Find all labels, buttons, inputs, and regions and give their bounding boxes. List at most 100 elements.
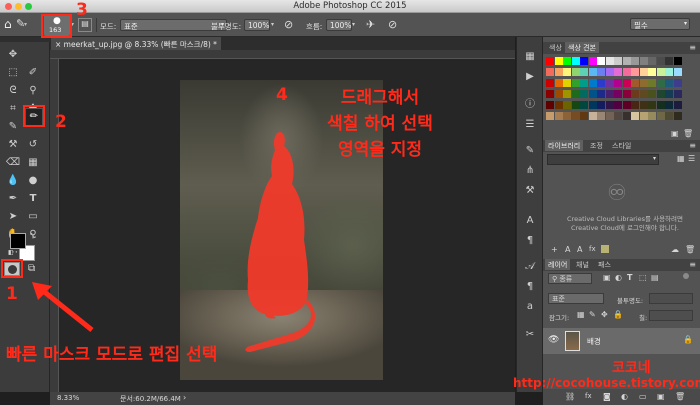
- brush-panel-icon[interactable]: ✎: [522, 143, 538, 159]
- add-foreground-color-icon[interactable]: [601, 245, 609, 253]
- layer-opacity-input[interactable]: [649, 293, 693, 304]
- lock-image-icon[interactable]: ✎: [589, 310, 596, 319]
- document-tab[interactable]: × meerkat_up.jpg @ 8.33% (빠른 마스크/8) *: [51, 37, 221, 50]
- default-colors-icon[interactable]: ◧: [8, 249, 14, 256]
- glyphs-panel-icon[interactable]: 𝒜: [522, 259, 538, 275]
- color-swatch[interactable]: [580, 68, 588, 76]
- color-swatch[interactable]: [588, 90, 597, 98]
- color-swatch[interactable]: [597, 79, 605, 87]
- delete-library-item-icon[interactable]: 🗑: [685, 245, 695, 254]
- color-swatch[interactable]: [605, 68, 614, 76]
- type-tool-icon[interactable]: T: [25, 191, 41, 207]
- layer-kind-filter[interactable]: ⚲ 종류: [548, 273, 592, 284]
- color-swatch[interactable]: [563, 112, 571, 120]
- lasso-tool-icon[interactable]: ᘓ: [5, 83, 21, 99]
- color-swatch[interactable]: [639, 79, 648, 87]
- eye-visibility-icon[interactable]: 👁: [548, 335, 559, 345]
- gradient-tool-icon[interactable]: ▦: [25, 155, 41, 171]
- color-swatch[interactable]: [631, 112, 639, 120]
- color-swatch[interactable]: [597, 57, 605, 65]
- eraser-tool-icon[interactable]: ⌫: [5, 155, 21, 171]
- color-swatch[interactable]: [631, 90, 639, 98]
- brush-panel-toggle-icon[interactable]: ▤: [78, 18, 92, 32]
- actions-panel-icon[interactable]: ▶: [522, 69, 538, 85]
- color-swatch[interactable]: [554, 79, 563, 87]
- filter-shape-icon[interactable]: ⬚: [639, 273, 647, 282]
- filter-type-icon[interactable]: T: [627, 273, 632, 282]
- library-select[interactable]: [547, 154, 659, 165]
- tab-styles[interactable]: 스타일: [609, 140, 634, 151]
- tab-layers[interactable]: 레이어: [545, 259, 571, 270]
- color-swatch[interactable]: [673, 112, 682, 120]
- color-swatch[interactable]: [563, 68, 571, 76]
- color-swatch[interactable]: [571, 68, 580, 76]
- filter-pixel-icon[interactable]: ▣: [603, 273, 611, 282]
- color-swatch[interactable]: [622, 101, 631, 109]
- screen-mode-icon[interactable]: ⧉: [28, 263, 35, 274]
- crop-tool-icon[interactable]: ⌗: [5, 101, 21, 117]
- color-swatch[interactable]: [622, 112, 631, 120]
- color-swatch[interactable]: [605, 90, 614, 98]
- color-swatch[interactable]: [673, 68, 682, 76]
- color-swatch[interactable]: [554, 101, 563, 109]
- chevron-down-icon[interactable]: ▾: [271, 21, 274, 28]
- pressure-size-icon[interactable]: ⊘: [388, 18, 397, 31]
- color-swatch[interactable]: [546, 57, 554, 65]
- pen-tool-icon[interactable]: ✒: [5, 191, 21, 207]
- chevron-down-icon[interactable]: ▾: [24, 21, 27, 28]
- character-styles-icon[interactable]: a: [522, 299, 538, 315]
- opacity-input[interactable]: 100%: [244, 19, 270, 31]
- grid-view-icon[interactable]: ▦: [677, 154, 685, 163]
- color-swatch[interactable]: [648, 79, 656, 87]
- add-content-icon[interactable]: +: [551, 245, 558, 254]
- color-swatch[interactable]: [665, 57, 673, 65]
- chevron-down-icon[interactable]: ▾: [352, 21, 355, 28]
- history-brush-tool-icon[interactable]: ↺: [25, 137, 41, 153]
- link-layers-icon[interactable]: ⛓: [565, 392, 575, 401]
- color-swatch[interactable]: [673, 90, 682, 98]
- paragraph-panel-icon[interactable]: ¶: [522, 233, 538, 249]
- color-swatch[interactable]: [580, 101, 588, 109]
- filter-adjustment-icon[interactable]: ◐: [615, 273, 622, 282]
- color-swatch[interactable]: [614, 79, 622, 87]
- color-swatch[interactable]: [546, 112, 554, 120]
- color-swatch[interactable]: [673, 101, 682, 109]
- tab-libraries[interactable]: 라이브러리: [545, 140, 584, 151]
- cloud-sync-icon[interactable]: ☁: [671, 245, 679, 254]
- list-view-icon[interactable]: ☰: [688, 154, 695, 163]
- history-panel-icon[interactable]: ▦: [522, 49, 538, 65]
- tab-color[interactable]: 색상: [546, 42, 565, 53]
- color-swatch[interactable]: [597, 101, 605, 109]
- quick-select-tool-icon[interactable]: ✐: [25, 65, 41, 81]
- color-swatch[interactable]: [614, 68, 622, 76]
- color-swatch[interactable]: [563, 101, 571, 109]
- swap-colors-icon[interactable]: ⤡: [30, 232, 36, 241]
- marquee-tool-icon[interactable]: ⬚: [5, 65, 21, 81]
- zoom-level[interactable]: 8.33%: [57, 394, 79, 402]
- tab-channels[interactable]: 채널: [573, 259, 592, 270]
- color-swatch[interactable]: [605, 101, 614, 109]
- color-swatch[interactable]: [614, 57, 622, 65]
- color-swatch[interactable]: [656, 90, 665, 98]
- delete-swatch-icon[interactable]: 🗑: [683, 129, 693, 138]
- color-swatch[interactable]: [588, 68, 597, 76]
- color-swatch[interactable]: [614, 101, 622, 109]
- color-swatch[interactable]: [563, 90, 571, 98]
- color-swatch[interactable]: [673, 79, 682, 87]
- color-swatch[interactable]: [571, 101, 580, 109]
- paragraph-styles-icon[interactable]: ¶: [522, 279, 538, 295]
- color-swatch[interactable]: [571, 112, 580, 120]
- rectangle-tool-icon[interactable]: ▭: [25, 209, 41, 225]
- color-swatch[interactable]: [656, 101, 665, 109]
- tool-presets-icon[interactable]: ✂: [522, 327, 538, 343]
- color-swatch[interactable]: [648, 112, 656, 120]
- tab-swatches[interactable]: 색상 견본: [565, 42, 599, 53]
- layer-name[interactable]: 배경: [587, 336, 601, 347]
- color-swatch[interactable]: [597, 68, 605, 76]
- color-swatch[interactable]: [656, 57, 665, 65]
- color-swatch[interactable]: [563, 79, 571, 87]
- color-swatch[interactable]: [580, 57, 588, 65]
- color-swatch[interactable]: [639, 90, 648, 98]
- color-swatch[interactable]: [571, 90, 580, 98]
- color-swatch[interactable]: [588, 112, 597, 120]
